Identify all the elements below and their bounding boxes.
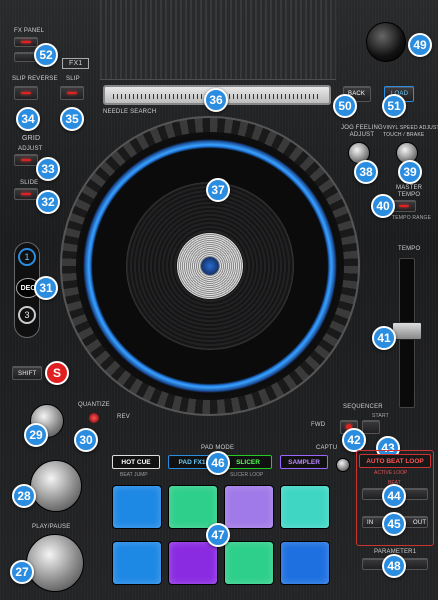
fx-panel-button[interactable] bbox=[14, 37, 38, 47]
shift-button[interactable]: SHIFT bbox=[12, 366, 42, 380]
ddj-deck-panel: FX PANEL 52 FX1 SLIP REVERSE 34 SLIP 35 … bbox=[0, 0, 438, 600]
tempo-range-label: TEMPO RANGE bbox=[392, 215, 432, 221]
shift-label: SHIFT bbox=[18, 371, 37, 377]
cue-button[interactable] bbox=[30, 460, 82, 512]
beat-jump-label: BEAT JUMP bbox=[120, 472, 148, 478]
quantize-label: QUANTIZE bbox=[78, 402, 110, 408]
callout-27: 27 bbox=[10, 560, 34, 584]
slicer-loop-label: SLICER LOOP bbox=[230, 472, 264, 478]
display-grille bbox=[100, 0, 336, 80]
slip-label: SLIP bbox=[66, 76, 80, 82]
callout-30: 30 bbox=[74, 428, 98, 452]
jog-center-dot bbox=[201, 257, 219, 275]
adjust-label: ADJUST bbox=[18, 146, 43, 152]
tempo-label: TEMPO bbox=[398, 246, 421, 252]
callout-49: 49 bbox=[408, 33, 432, 57]
performance-pad-8[interactable] bbox=[280, 541, 330, 585]
callout-46: 46 bbox=[206, 451, 230, 475]
loop-in-label: IN bbox=[367, 520, 374, 526]
callout-45: 45 bbox=[382, 512, 406, 536]
shift-callout: S bbox=[45, 361, 69, 385]
active-loop-label: ACTIVE LOOP bbox=[374, 470, 408, 476]
callout-34: 34 bbox=[16, 107, 40, 131]
grid-label: GRID bbox=[22, 135, 41, 142]
sequencer-start-button[interactable] bbox=[362, 420, 380, 434]
callout-31: 31 bbox=[34, 276, 58, 300]
master-tempo-button[interactable] bbox=[392, 200, 416, 212]
deck-3-button[interactable]: 3 bbox=[18, 306, 36, 324]
callout-35: 35 bbox=[60, 107, 84, 131]
performance-pad-4[interactable] bbox=[280, 485, 330, 529]
rotary-selector-knob[interactable] bbox=[366, 22, 406, 62]
tempo-slider-handle[interactable] bbox=[392, 322, 422, 340]
play-pause-label: PLAY/PAUSE bbox=[32, 524, 71, 530]
performance-pad-5[interactable] bbox=[112, 541, 162, 585]
hot-cue-button[interactable]: HOT CUE bbox=[112, 455, 160, 469]
capture-button[interactable] bbox=[336, 458, 350, 472]
rev-label: REV bbox=[117, 414, 130, 420]
sequencer-label: SEQUENCER bbox=[343, 404, 383, 410]
callout-29: 29 bbox=[24, 423, 48, 447]
callout-47: 47 bbox=[206, 523, 230, 547]
master-tempo-label: MASTER TEMPO bbox=[396, 185, 423, 198]
callout-50: 50 bbox=[333, 94, 357, 118]
callout-28: 28 bbox=[12, 484, 36, 508]
callout-51: 51 bbox=[382, 94, 406, 118]
callout-44: 44 bbox=[382, 484, 406, 508]
performance-pad-3[interactable] bbox=[224, 485, 274, 529]
callout-37: 37 bbox=[206, 178, 230, 202]
play-pause-button[interactable] bbox=[26, 534, 84, 592]
callout-41: 41 bbox=[372, 326, 396, 350]
performance-pad-7[interactable] bbox=[224, 541, 274, 585]
jog-ring-illumination bbox=[76, 132, 344, 400]
performance-pad-6[interactable] bbox=[168, 541, 218, 585]
slip-reverse-button[interactable] bbox=[14, 86, 38, 100]
callout-32: 32 bbox=[36, 190, 60, 214]
loop-out-label: OUT bbox=[413, 520, 427, 526]
callout-48: 48 bbox=[382, 554, 406, 578]
performance-pad-1[interactable] bbox=[112, 485, 162, 529]
capture-label: CAPTU bbox=[316, 445, 338, 451]
callout-38: 38 bbox=[354, 160, 378, 184]
callout-42: 42 bbox=[342, 428, 366, 452]
callout-39: 39 bbox=[398, 160, 422, 184]
performance-pad-2[interactable] bbox=[168, 485, 218, 529]
slicer-button[interactable]: SLICER bbox=[224, 455, 272, 469]
callout-36: 36 bbox=[204, 88, 228, 112]
callout-52: 52 bbox=[34, 43, 58, 67]
jog-feeling-adjust-label: JOG FEELING ADJUST bbox=[341, 125, 383, 138]
auto-beat-loop-button[interactable]: AUTO BEAT LOOP bbox=[359, 454, 431, 468]
slip-button[interactable] bbox=[60, 86, 84, 100]
slip-reverse-label: SLIP REVERSE bbox=[12, 76, 58, 82]
grid-adjust-button[interactable] bbox=[14, 154, 38, 166]
callout-33: 33 bbox=[36, 157, 60, 181]
sequencer-start-label: START bbox=[372, 413, 389, 419]
grid-slide-button[interactable] bbox=[14, 188, 38, 200]
sampler-button[interactable]: SAMPLER bbox=[280, 455, 328, 469]
fx1-indicator: FX1 bbox=[62, 58, 90, 69]
deck-1-button[interactable]: 1 bbox=[18, 248, 36, 266]
needle-search-label: NEEDLE SEARCH bbox=[103, 109, 157, 115]
jog-wheel[interactable] bbox=[60, 116, 360, 416]
slide-label: SLIDE bbox=[20, 180, 39, 186]
vinyl-speed-adjust-label: VINYL SPEED ADJUST TOUCH / BRAKE bbox=[383, 125, 438, 138]
jog-center-display bbox=[177, 233, 243, 299]
fwd-label: FWD bbox=[311, 422, 326, 428]
fx-panel-label: FX PANEL bbox=[14, 28, 45, 34]
jog-platter bbox=[126, 182, 294, 350]
quantize-button[interactable] bbox=[88, 412, 100, 424]
